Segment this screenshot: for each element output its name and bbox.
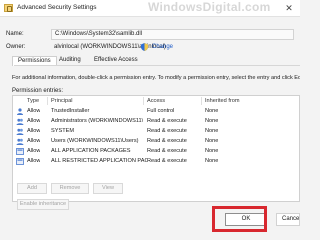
window-title: Advanced Security Settings	[17, 4, 97, 11]
row-inherited-from: None	[205, 158, 219, 164]
row-inherited-from: None	[205, 108, 219, 114]
row-type: Allow	[27, 108, 41, 114]
row-principal: Users (WORKWINDOWS11\Users)	[51, 138, 139, 144]
column-divider	[143, 97, 144, 105]
row-inherited-from: None	[205, 138, 219, 144]
table-row[interactable]: Allow ALL RESTRICTED APPLICATION PACKAGE…	[13, 157, 299, 167]
row-inherited-from: None	[205, 118, 219, 124]
header-inherited-from[interactable]: Inherited from	[205, 98, 240, 104]
remove-button[interactable]: Remove	[51, 183, 89, 194]
row-access: Read & execute	[147, 128, 187, 134]
package-icon	[16, 148, 24, 155]
add-button[interactable]: Add	[17, 183, 47, 194]
title-bar: Advanced Security Settings WindowsDigita…	[0, 0, 300, 17]
tab-divider	[14, 65, 300, 66]
table-row[interactable]: Allow SYSTEM Read & execute None	[13, 127, 299, 137]
header-type[interactable]: Type	[27, 98, 39, 104]
row-principal: Administrators (WORKWINDOWS11\Admin...	[51, 118, 143, 124]
permission-entries-label: Permission entries:	[12, 88, 64, 94]
row-principal: TrustedInstaller	[51, 108, 90, 114]
header-principal[interactable]: Principal	[51, 98, 72, 104]
row-inherited-from: None	[205, 148, 219, 154]
name-label: Name:	[6, 31, 24, 37]
row-type: Allow	[27, 158, 41, 164]
row-type: Allow	[27, 118, 41, 124]
row-type: Allow	[27, 148, 41, 154]
table-row[interactable]: Allow Administrators (WORKWINDOWS11\Admi…	[13, 117, 299, 127]
info-text: For additional information, double-click…	[12, 75, 300, 81]
header-access[interactable]: Access	[147, 98, 165, 104]
table-row[interactable]: Allow ALL APPLICATION PACKAGES Read & ex…	[13, 147, 299, 157]
close-icon[interactable]: ✕	[278, 0, 300, 16]
package-icon	[16, 158, 24, 165]
name-field: C:\Windows\System32\samlib.dll	[51, 29, 294, 40]
row-principal: ALL APPLICATION PACKAGES	[51, 148, 131, 154]
group-icon	[16, 138, 24, 145]
cancel-button[interactable]: Cancel	[276, 213, 300, 226]
security-folder-icon	[4, 4, 13, 12]
column-divider	[201, 97, 202, 105]
row-access: Read & execute	[147, 148, 187, 154]
owner-value: alvinlocal (WORKWINDOWS11\alvinlocal)	[54, 44, 166, 50]
table-row[interactable]: Allow Users (WORKWINDOWS11\Users) Read &…	[13, 137, 299, 147]
row-access: Read & execute	[147, 158, 187, 164]
row-type: Allow	[27, 138, 41, 144]
watermark: WindowsDigital.com	[148, 0, 271, 14]
user-icon	[17, 108, 23, 115]
change-owner-link[interactable]: Change	[152, 44, 173, 50]
table-header: Type Principal Access Inherited from	[13, 96, 299, 106]
row-inherited-from: None	[205, 128, 219, 134]
row-type: Allow	[27, 128, 41, 134]
enable-inheritance-button[interactable]: Enable inheritance	[17, 199, 69, 210]
view-button[interactable]: View	[93, 183, 123, 194]
owner-label: Owner:	[6, 44, 26, 50]
column-divider	[47, 97, 48, 105]
table-row[interactable]: Allow TrustedInstaller Full control None	[13, 107, 299, 117]
row-principal: SYSTEM	[51, 128, 75, 134]
row-principal: ALL RESTRICTED APPLICATION PACKAGES	[51, 158, 147, 164]
row-access: Read & execute	[147, 138, 187, 144]
group-icon	[16, 118, 24, 125]
row-access: Full control	[147, 108, 175, 114]
shield-icon	[141, 43, 148, 51]
ok-highlight-box	[212, 206, 267, 232]
row-access: Read & execute	[147, 118, 187, 124]
group-icon	[16, 128, 24, 135]
